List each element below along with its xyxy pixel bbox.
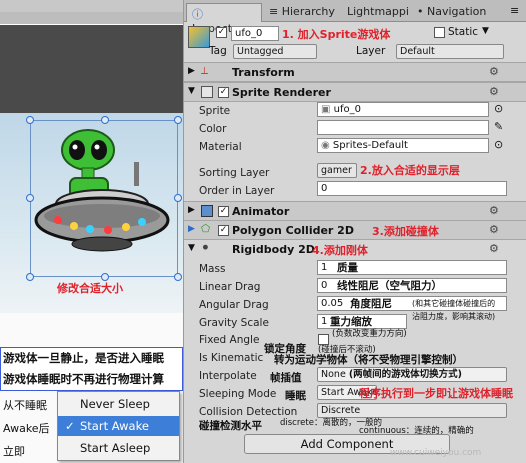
sprite-renderer-enabled[interactable]: ✓ (218, 87, 229, 98)
menu-icon[interactable]: ≡ (510, 4, 519, 17)
gameobject-icon (188, 26, 210, 48)
interpolate-dropdown[interactable]: None (两帧间的游戏体切换方式) (317, 367, 507, 382)
object-picker-icon[interactable]: ⊙ (494, 102, 503, 115)
material-icon: ◉ (321, 140, 333, 151)
annotation-1: 1. 加入Sprite游戏体 (282, 28, 391, 41)
mass-label: Mass (199, 263, 226, 275)
animator-enabled[interactable]: ✓ (218, 206, 229, 217)
tab-hierarchy[interactable]: ≡ Hierarchy (264, 3, 340, 22)
sprite-label: Sprite (199, 105, 231, 117)
linear-drag-note: 线性阻尼（空气阻力） (337, 280, 442, 292)
collapse-arrow-icon: ▼ (188, 243, 195, 253)
layer-label: Layer (356, 45, 386, 57)
left-note-never: 从不睡眠 (3, 399, 47, 412)
order-field[interactable]: 0 (317, 181, 507, 196)
tag-label: Tag (209, 45, 227, 57)
collider-icon: ⬠ (201, 223, 211, 235)
annotation-3: 3.添加碰撞体 (372, 225, 439, 238)
nav-icon: • (417, 5, 424, 18)
transform-header[interactable]: ▶ ⟂ Transform ⚙ (184, 62, 526, 82)
layer-dropdown[interactable]: Default (396, 44, 504, 59)
annotation-4: 4.添加刚体 (312, 244, 368, 257)
gravity-small-note: (负数改变重力方向) (332, 329, 407, 339)
angular-drag-label: Angular Drag (199, 299, 269, 311)
option-start-awake[interactable]: ✓ Start Awake (58, 416, 179, 436)
sleeping-mode-label: Sleeping Mode (199, 388, 277, 400)
annotation-2: 2.放入合适的显示层 (360, 164, 460, 177)
angular-drag-note: 角度阻尼 (350, 298, 392, 310)
angular-drag-small-note-2: 沾阻力度，影响其滚动) (412, 312, 496, 321)
expand-arrow-icon: ▶ (188, 224, 195, 234)
sprite-renderer-icon (201, 86, 213, 98)
option-never-sleep[interactable]: Never Sleep (58, 394, 179, 414)
sleeping-mode-popup[interactable]: Never Sleep ✓ Start Awake Start Asleep (57, 391, 180, 461)
animator-header[interactable]: ▶ ✓ Animator ⚙ (184, 201, 526, 221)
left-note-at-once: 立即 (3, 445, 25, 458)
transform-icon: ⟂ (201, 65, 209, 77)
sprite-asset-icon: ▣ (321, 104, 334, 115)
gear-icon[interactable]: ⚙ (489, 85, 499, 98)
gear-icon[interactable]: ⚙ (489, 242, 499, 255)
active-checkbox[interactable]: ✓ (216, 27, 227, 38)
ufo-sprite[interactable] (30, 120, 178, 277)
collision-detection-note: 碰撞检测水平 (199, 420, 262, 432)
scene-dark-area (0, 25, 183, 113)
check-icon: ✓ (65, 419, 75, 433)
resize-note: 修改合适大小 (57, 282, 123, 295)
color-field[interactable] (317, 120, 489, 135)
list-icon: ≡ (269, 5, 279, 18)
material-field[interactable]: ◉ Sprites-Default (317, 138, 489, 153)
eyedropper-icon[interactable]: ✎ (494, 120, 503, 133)
is-kinematic-note: 转为运动学物体（将不受物理引擎控制） (274, 354, 463, 366)
sprite-field[interactable]: ▣ ufo_0 (317, 102, 489, 117)
interpolate-label: Interpolate (199, 370, 257, 382)
animator-icon (201, 205, 213, 217)
collider-enabled[interactable]: ✓ (218, 225, 229, 236)
interpolate-note: 帧插值 (270, 372, 302, 384)
linear-drag-label: Linear Drag (199, 281, 261, 293)
info-icon: ⓘ (192, 8, 203, 21)
expand-arrow-icon: ▶ (188, 66, 195, 76)
collapse-arrow-icon: ▼ (188, 86, 195, 96)
static-checkbox[interactable] (434, 27, 445, 38)
gear-icon[interactable]: ⚙ (489, 223, 499, 236)
object-picker-icon[interactable]: ⊙ (494, 138, 503, 151)
gravity-label: Gravity Scale (199, 317, 269, 329)
tag-dropdown[interactable]: Untagged (233, 44, 317, 59)
left-note-2: 游戏体睡眠时不再进行物理计算 (3, 372, 164, 386)
option-start-asleep[interactable]: Start Asleep (58, 438, 179, 458)
gear-icon[interactable]: ⚙ (489, 65, 499, 78)
order-label: Order in Layer (199, 185, 275, 197)
scene-view[interactable]: 修改合适大小 游戏体一旦静止，是否进入睡眠 游戏体睡眠时不再进行物理计算 从不睡… (0, 0, 183, 463)
inspector-panel: ⓘ Inspector ≡ Hierarchy Lightmappi • Nav… (183, 0, 526, 463)
left-note-awake: Awake后 (3, 422, 50, 435)
rigidbody-header[interactable]: ▼ ⚫ Rigidbody 2D 4.添加刚体 ⚙ (184, 240, 526, 260)
polygon-collider-header[interactable]: ▶ ⬠ ✓ Polygon Collider 2D 3.添加碰撞体 ⚙ (184, 220, 526, 240)
angular-drag-small-note: (和其它碰撞体碰撞后的 (412, 299, 496, 308)
static-dropdown-icon[interactable]: ▼ (482, 26, 489, 36)
tab-inspector[interactable]: ⓘ Inspector (186, 3, 262, 35)
color-label: Color (199, 123, 227, 135)
watermark: www.cuiweiyou.com (390, 448, 482, 458)
mass-note: 质量 (337, 262, 358, 274)
fixed-angle-label: Fixed Angle (199, 334, 260, 346)
static-label: Static (448, 26, 479, 38)
expand-arrow-icon: ▶ (188, 205, 195, 215)
is-kinematic-label: Is Kinematic (199, 352, 264, 364)
sorting-layer-label: Sorting Layer (199, 167, 270, 179)
gear-icon[interactable]: ⚙ (489, 204, 499, 217)
sprite-renderer-header[interactable]: ▼ ✓ Sprite Renderer ⚙ (184, 82, 526, 102)
sleeping-mode-note: 睡眠 (285, 390, 306, 402)
material-label: Material (199, 141, 242, 153)
tab-lightmapping[interactable]: Lightmappi (342, 3, 414, 22)
tab-navigation[interactable]: • Navigation (412, 3, 491, 22)
sleeping-mode-right-note: 程序执行到一步即让游戏体睡眠 (359, 387, 513, 400)
rigidbody-icon: ⚫ (201, 242, 210, 254)
left-note-1: 游戏体一旦静止，是否进入睡眠 (3, 351, 164, 365)
scene-toolbar (0, 0, 183, 12)
sorting-layer-dropdown[interactable]: gamer (317, 163, 357, 178)
object-name-field[interactable]: ufo_0 (231, 26, 279, 41)
